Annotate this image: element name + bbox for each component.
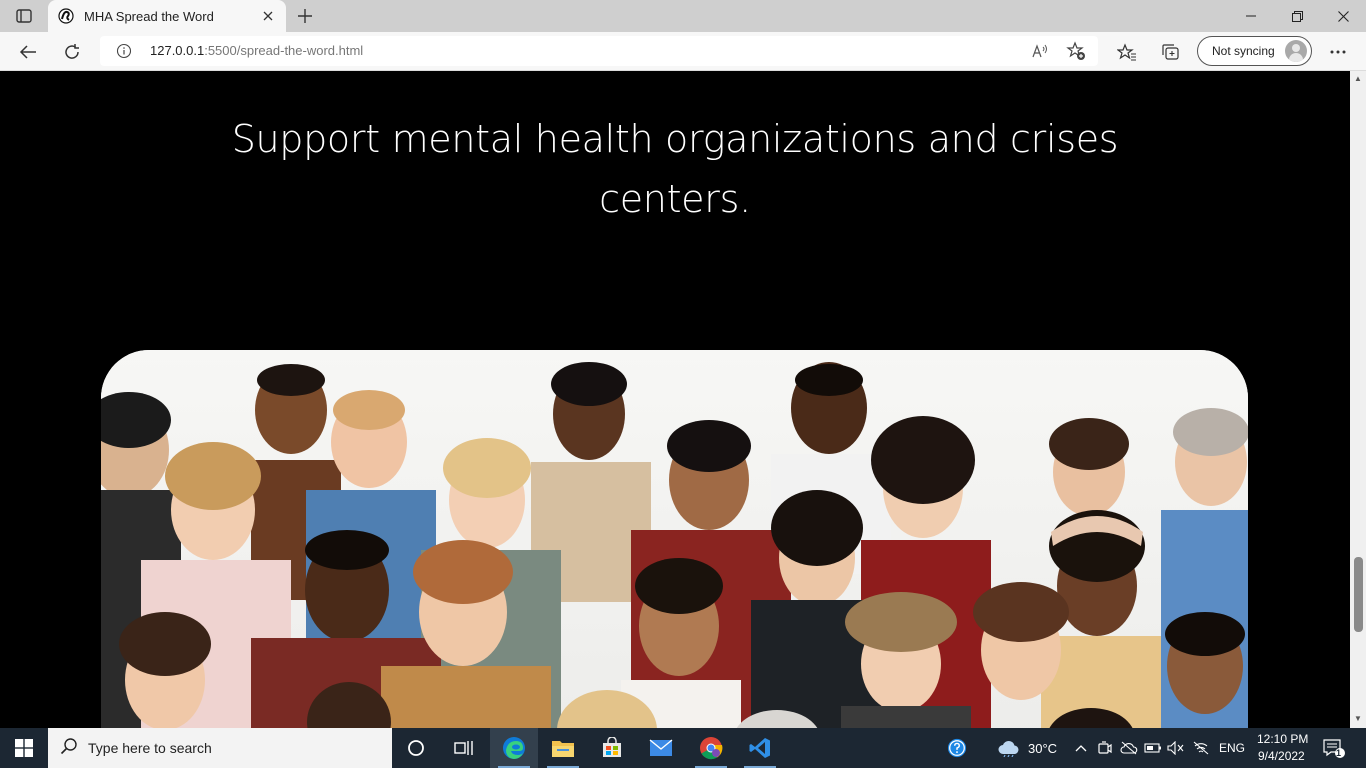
restore-icon[interactable] [1274, 0, 1320, 32]
crowd-photo-illustration [101, 350, 1248, 728]
address-bar[interactable]: 127.0.0.1:5500/spread-the-word.html [100, 36, 1098, 66]
minimize-icon[interactable] [1228, 0, 1274, 32]
headline-line-1: Support mental health organizations and … [231, 117, 1119, 161]
tab-bar: MHA Spread the Word [0, 0, 1366, 32]
site-favicon-icon [58, 8, 74, 24]
notification-count: 1 [1336, 748, 1342, 758]
favorites-icon[interactable] [1113, 38, 1141, 66]
crowd-photo [101, 350, 1248, 728]
taskbar-search-box[interactable]: Type here to search [48, 728, 392, 768]
windows-logo-icon [15, 739, 33, 757]
back-icon[interactable] [14, 38, 42, 66]
url-host: 127.0.0.1 [150, 43, 205, 58]
tab-active[interactable]: MHA Spread the Word [48, 0, 286, 32]
network-icon[interactable] [1191, 738, 1211, 758]
new-tab-icon[interactable] [293, 4, 317, 28]
notifications-icon[interactable] [1322, 738, 1346, 758]
search-placeholder: Type here to search [88, 740, 212, 756]
add-favorite-icon[interactable] [1066, 41, 1086, 61]
browser-toolbar: 127.0.0.1:5500/spread-the-word.html Not … [0, 32, 1366, 71]
clock-time[interactable]: 12:10 PM [1257, 732, 1308, 746]
mail-icon[interactable] [637, 728, 685, 768]
store-icon[interactable] [588, 728, 636, 768]
input-language[interactable]: ENG [1219, 741, 1245, 755]
tab-actions-icon[interactable] [8, 6, 40, 26]
windows-taskbar: Type here to search 30°C ENG 12:10 PM 9/… [0, 728, 1366, 768]
chrome-icon[interactable] [687, 728, 735, 768]
read-aloud-icon[interactable] [1030, 41, 1050, 61]
site-info-icon[interactable] [116, 43, 132, 59]
scroll-down-icon[interactable]: ▼ [1354, 715, 1362, 723]
scroll-up-icon[interactable]: ▲ [1354, 75, 1362, 83]
meet-now-icon[interactable] [1095, 738, 1115, 758]
sync-label: Not syncing [1212, 44, 1275, 58]
page-viewport: Support mental health organizations and … [0, 71, 1350, 728]
onedrive-icon[interactable] [1119, 738, 1139, 758]
close-window-icon[interactable] [1320, 0, 1366, 32]
more-menu-icon[interactable] [1324, 38, 1352, 66]
tab-title: MHA Spread the Word [84, 8, 214, 24]
task-view-icon[interactable] [440, 728, 488, 768]
tab-close-icon[interactable] [260, 8, 276, 24]
page-scrollbar[interactable]: ▲ ▼ [1350, 71, 1366, 728]
edge-app-icon[interactable] [490, 728, 538, 768]
collections-icon[interactable] [1157, 38, 1185, 66]
volume-muted-icon[interactable] [1166, 738, 1186, 758]
weather-temperature[interactable]: 30°C [1028, 741, 1057, 756]
page-headline: Support mental health organizations and … [0, 109, 1350, 229]
headline-line-2: centers. [599, 177, 751, 221]
vscode-icon[interactable] [736, 728, 784, 768]
profile-avatar-icon [1285, 40, 1307, 62]
refresh-icon[interactable] [58, 38, 86, 66]
url-path: :5500/spread-the-word.html [204, 43, 364, 58]
weather-cloud-icon[interactable] [997, 738, 1021, 758]
battery-icon[interactable] [1143, 738, 1163, 758]
clock-date[interactable]: 9/4/2022 [1258, 749, 1305, 763]
help-icon[interactable] [947, 738, 967, 758]
file-explorer-icon[interactable] [539, 728, 587, 768]
profile-sync-button[interactable]: Not syncing [1197, 36, 1312, 66]
browser-window: MHA Spread the Word 127.0.0.1:5500/sprea… [0, 0, 1366, 768]
show-hidden-icons-icon[interactable] [1071, 738, 1091, 758]
cortana-icon[interactable] [392, 728, 440, 768]
search-icon [60, 737, 78, 760]
start-button[interactable] [0, 728, 48, 768]
url-text: 127.0.0.1:5500/spread-the-word.html [150, 43, 363, 58]
scroll-thumb[interactable] [1354, 557, 1363, 632]
